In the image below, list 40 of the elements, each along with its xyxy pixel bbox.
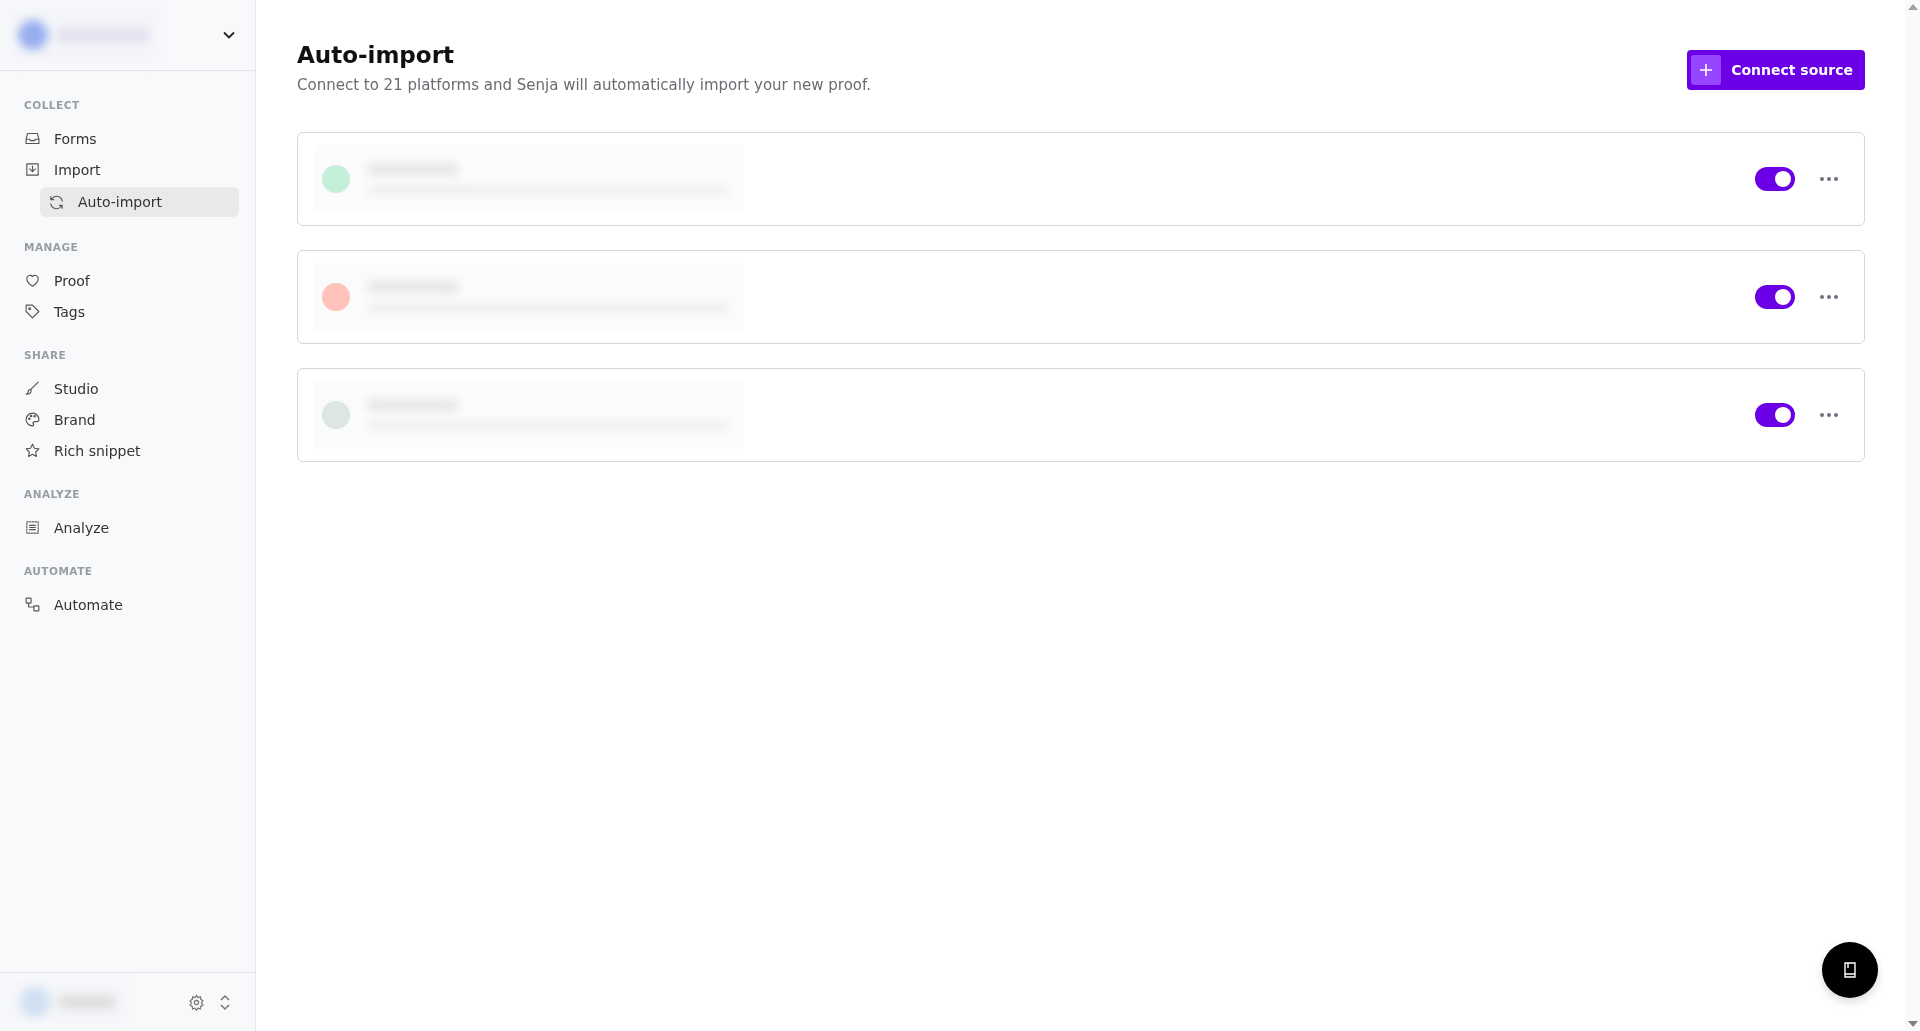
inbox-icon	[24, 130, 41, 147]
more-icon[interactable]	[1819, 294, 1839, 300]
nav-item[interactable]: Forms	[24, 123, 97, 154]
page-subtitle: Connect to 21 platforms and Senja will automatically import your new proof.	[297, 76, 871, 94]
refresh-icon	[48, 193, 65, 211]
import-icon	[24, 161, 41, 178]
nav-item[interactable]: Import	[24, 154, 101, 185]
help-button[interactable]	[1822, 942, 1878, 998]
more-icon[interactable]	[1819, 176, 1839, 182]
tag-icon	[24, 303, 41, 320]
nav-item[interactable]: Studio	[24, 373, 99, 404]
nav-item[interactable]: Tags	[24, 296, 85, 327]
brush-icon	[24, 380, 41, 397]
toggle-switch[interactable]	[1755, 167, 1795, 191]
section-heading: SHARE	[24, 349, 68, 361]
scrollbar[interactable]	[1905, 0, 1920, 1031]
section-heading: MANAGE	[24, 241, 80, 253]
nav-item[interactable]: Automate	[24, 589, 123, 620]
toggle-switch[interactable]	[1755, 403, 1795, 427]
nav-item[interactable]: Brand	[24, 404, 96, 435]
nav-item[interactable]: Auto-import	[40, 187, 239, 217]
connect-source-button[interactable]: Connect source	[1687, 50, 1865, 90]
nav-item[interactable]: Rich snippet	[24, 435, 141, 466]
chevron-up-down-icon[interactable]	[219, 993, 231, 1011]
more-icon[interactable]	[1819, 412, 1839, 418]
chevron-down-icon[interactable]	[223, 31, 235, 39]
plus-icon	[1691, 55, 1722, 85]
section-heading: COLLECT	[24, 99, 81, 111]
toggle-switch[interactable]	[1755, 285, 1795, 309]
nav-item[interactable]: Proof	[24, 265, 90, 296]
heart-icon	[24, 272, 41, 289]
list-icon	[24, 519, 41, 536]
star-icon	[24, 442, 41, 459]
page-title: Auto-import	[297, 42, 455, 68]
section-heading: AUTOMATE	[24, 565, 94, 577]
section-heading: ANALYZE	[24, 488, 81, 500]
settings-icon[interactable]	[188, 993, 205, 1011]
nav-item[interactable]: Analyze	[24, 512, 110, 543]
palette-icon	[24, 411, 41, 428]
workflow-icon	[24, 596, 41, 613]
